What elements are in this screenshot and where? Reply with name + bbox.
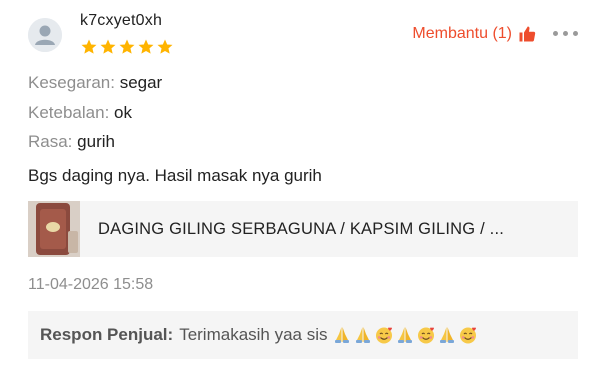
seller-response-text: Terimakasih yaa sis — [179, 325, 328, 344]
more-options-icon[interactable] — [553, 31, 578, 36]
seller-response-label: Respon Penjual: — [40, 325, 174, 344]
helpful-label: Membantu (1) — [412, 25, 512, 42]
folded-hands-icon — [355, 327, 370, 343]
attribute-key: Ketebalan: — [28, 103, 110, 122]
smiling-face-with-hearts-icon — [417, 327, 434, 344]
star-icon — [157, 39, 173, 54]
star-icon — [138, 39, 154, 54]
user-avatar-icon[interactable] — [28, 18, 62, 52]
star-icon — [119, 39, 135, 54]
product-image-icon — [28, 201, 80, 257]
more-dot — [553, 31, 558, 36]
folded-hands-icon — [439, 327, 454, 343]
folded-hands-icon — [334, 327, 349, 343]
seller-response: Respon Penjual: Terimakasih yaa sis — [28, 311, 578, 359]
rating-stars — [80, 38, 174, 56]
attribute-value: ok — [114, 103, 132, 122]
attribute-value: gurih — [77, 132, 115, 151]
smiling-face-with-hearts-icon — [375, 327, 392, 344]
product-link[interactable]: DAGING GILING SERBAGUNA / KAPSIM GILING … — [28, 201, 578, 257]
attribute-row-taste: Rasa: gurih — [28, 132, 115, 152]
smiling-face-with-hearts-icon — [459, 327, 476, 344]
star-icon — [100, 39, 116, 54]
seller-response-emojis — [332, 325, 478, 345]
more-dot — [573, 31, 578, 36]
product-thumbnail — [28, 201, 80, 257]
more-dot — [563, 31, 568, 36]
attribute-key: Kesegaran: — [28, 73, 115, 92]
star-icon — [81, 39, 97, 54]
attribute-row-thickness: Ketebalan: ok — [28, 103, 132, 123]
attribute-value: segar — [119, 73, 163, 92]
thumbs-up-icon — [519, 26, 536, 42]
review-timestamp: 11-04-2026 15:58 — [28, 276, 154, 293]
review-comment: Bgs daging nya. Hasil masak nya gurih — [28, 166, 322, 185]
product-name: DAGING GILING SERBAGUNA / KAPSIM GILING … — [98, 219, 505, 238]
review-card: k7cxyet0xh Membantu (1) Kesegaran: segar… — [0, 0, 600, 377]
folded-hands-icon — [397, 327, 412, 343]
attribute-key: Rasa: — [28, 132, 73, 151]
avatar-silhouette — [28, 18, 62, 52]
reviewer-username[interactable]: k7cxyet0xh — [80, 12, 162, 30]
attribute-row-freshness: Kesegaran: segar — [28, 73, 162, 93]
helpful-button[interactable]: Membantu (1) — [412, 25, 536, 43]
